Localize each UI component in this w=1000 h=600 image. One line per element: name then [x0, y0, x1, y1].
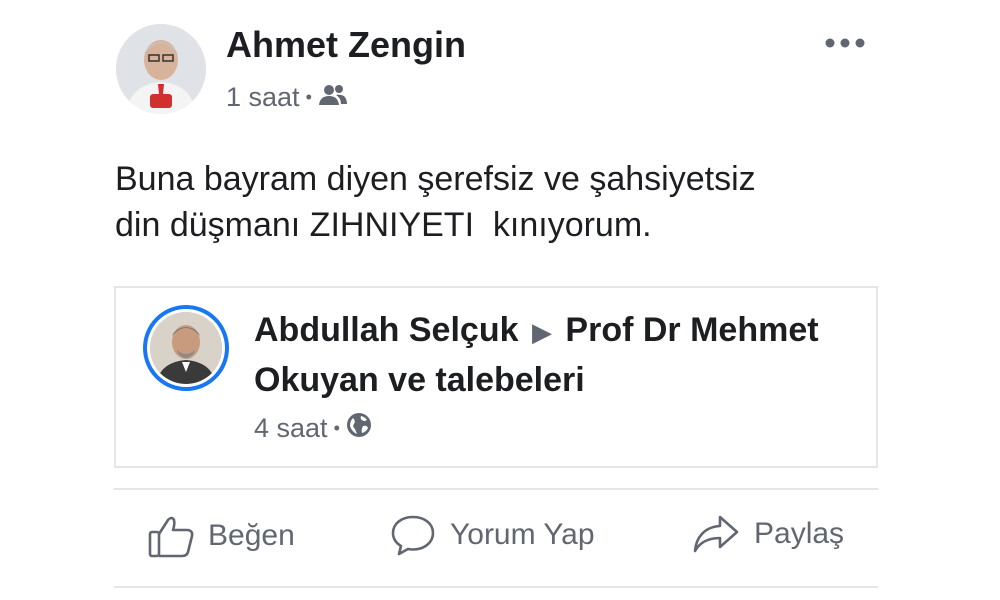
- like-label: Beğen: [208, 519, 295, 552]
- share-label: Paylaş: [754, 517, 845, 550]
- shared-post-time[interactable]: 4 saat: [254, 413, 328, 444]
- comment-label: Yorum Yap: [450, 518, 595, 551]
- shared-post-card[interactable]: Abdullah Selçuk ▶ Prof Dr Mehmet Okuyan …: [114, 286, 878, 468]
- facebook-post: Ahmet Zengin 1 saat • Buna bayram diyen …: [0, 0, 1000, 600]
- post-time[interactable]: 1 saat: [226, 82, 300, 113]
- more-options-icon[interactable]: [822, 26, 868, 60]
- author-photo: [116, 24, 206, 114]
- globe-icon[interactable]: [346, 412, 372, 445]
- shared-post-meta: 4 saat •: [254, 412, 372, 445]
- divider: [114, 586, 878, 588]
- meta-separator: •: [305, 87, 312, 107]
- post-meta: 1 saat •: [226, 82, 348, 113]
- shared-post-title: Abdullah Selçuk ▶ Prof Dr Mehmet Okuyan …: [254, 306, 854, 404]
- author-avatar[interactable]: [116, 24, 206, 114]
- share-icon: [692, 514, 740, 554]
- thumbs-up-icon: [148, 514, 194, 558]
- shared-author-photo: [150, 312, 222, 384]
- meta-separator: •: [333, 418, 340, 438]
- friends-icon[interactable]: [318, 82, 348, 113]
- comment-button[interactable]: Yorum Yap: [390, 514, 595, 556]
- author-name[interactable]: Ahmet Zengin: [226, 24, 466, 66]
- shared-author-name[interactable]: Abdullah Selçuk: [254, 311, 519, 349]
- share-button[interactable]: Paylaş: [692, 514, 844, 554]
- like-button[interactable]: Beğen: [148, 514, 295, 558]
- shared-author-avatar[interactable]: [143, 305, 229, 391]
- action-bar: Beğen Yorum Yap Paylaş: [114, 506, 878, 576]
- comment-icon: [390, 514, 436, 556]
- divider: [114, 488, 878, 490]
- play-arrow-icon: ▶: [531, 317, 552, 347]
- post-text: Buna bayram diyen şerefsiz ve şahsiyetsi…: [115, 160, 756, 244]
